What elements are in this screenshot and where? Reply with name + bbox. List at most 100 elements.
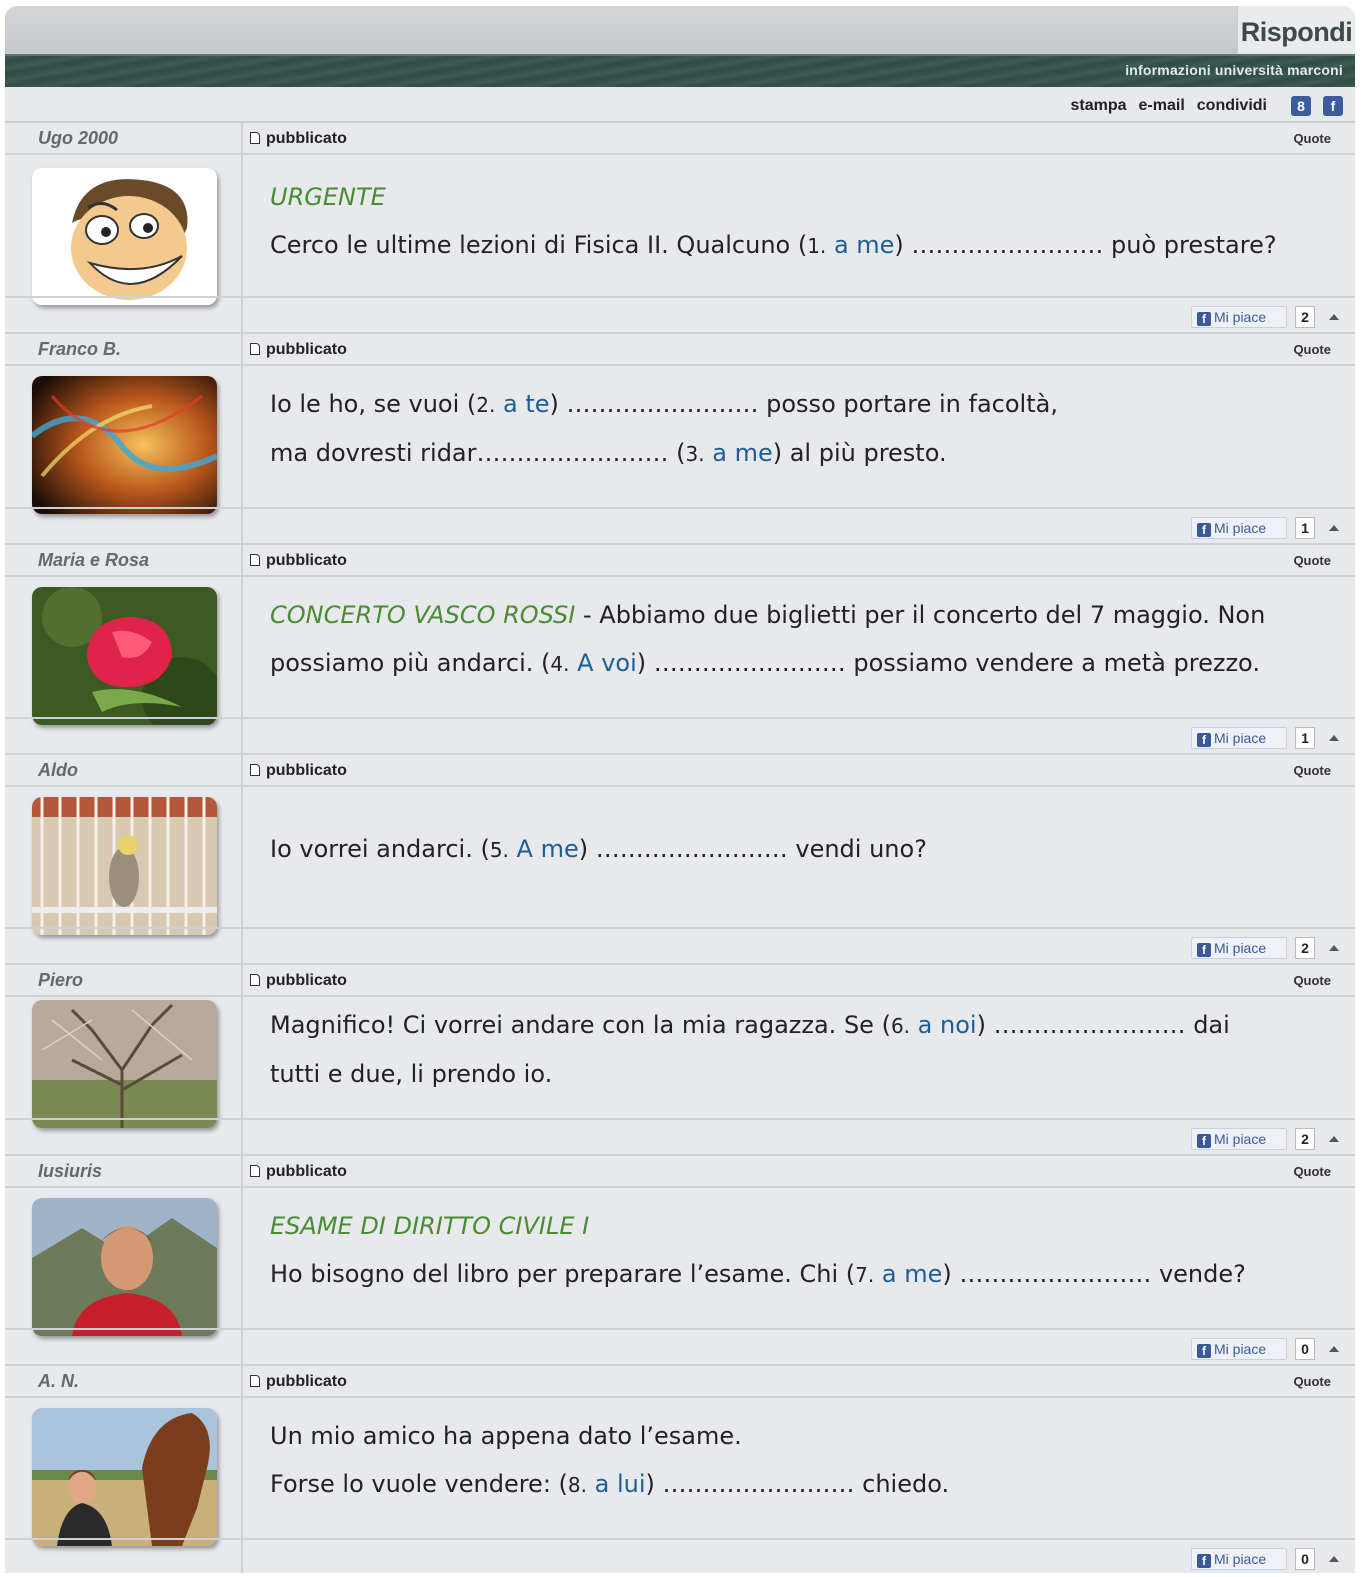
like-count: 0 [1295,1338,1315,1360]
pronoun-hint: a me [712,439,773,467]
red-rose-icon [32,587,217,725]
post-published: pubblicato [250,130,347,148]
post-author[interactable]: Franco B. [38,339,121,360]
post-author[interactable]: Ugo 2000 [38,128,118,149]
pronoun-hint: a te [503,390,550,418]
post-header: Ugo 2000 pubblicato Quote [5,123,1355,155]
post-line: Ho bisogno del libro per preparare l’esa… [270,1260,1246,1288]
like-count: 1 [1295,517,1315,539]
post-text: Magnifico! Ci vorrei andare con la mia r… [270,1001,1325,1098]
post-header: Maria e Rosa pubblicato Quote [5,545,1355,577]
post-body: URGENTE Cerco le ultime lezioni di Fisic… [5,155,1355,305]
quote-button[interactable]: Quote [1293,131,1331,146]
abstract-swirl-icon [32,376,217,514]
avatar [32,376,217,514]
post-footer: f Mi piace 0 [5,1328,1355,1366]
document-icon [250,1375,260,1387]
avatar [32,1198,217,1336]
caged-bird-icon [32,797,217,935]
post: Franco B. pubblicato Quote Io le ho, se … [5,334,1355,545]
facebook-icon: f [1197,523,1211,537]
like-button[interactable]: f Mi piace [1191,1548,1287,1570]
post-footer: f Mi piace 1 [5,507,1355,545]
post-author[interactable]: Maria e Rosa [38,550,149,571]
print-link[interactable]: stampa [1070,97,1126,115]
post-author[interactable]: Piero [38,970,83,991]
post-title: ESAME DI DIRITTO CIVILE I [270,1212,590,1240]
quote-button[interactable]: Quote [1293,973,1331,988]
collapse-icon[interactable] [1329,945,1339,951]
like-button[interactable]: f Mi piace [1191,306,1287,328]
quote-button[interactable]: Quote [1293,342,1331,357]
tools-bar: stampa e-mail condividi 8 f [5,87,1355,123]
post-text: URGENTE Cerco le ultime lezioni di Fisic… [270,173,1325,270]
like-button[interactable]: f Mi piace [1191,937,1287,959]
post-title: CONCERTO VASCO ROSSI [270,601,576,629]
collapse-icon[interactable] [1329,735,1339,741]
post-line: possiamo più andarci. (4. A voi) …………………… [270,649,1260,677]
like-button[interactable]: f Mi piace [1191,1128,1287,1150]
reply-button[interactable]: Rispondi [1237,6,1355,54]
like-count: 2 [1295,1128,1315,1150]
like-button[interactable]: f Mi piace [1191,1338,1287,1360]
document-icon [250,343,260,355]
post-header: Franco B. pubblicato Quote [5,334,1355,366]
like-count: 2 [1295,937,1315,959]
collapse-icon[interactable] [1329,1556,1339,1562]
post-line: Un mio amico ha appena dato l’esame. [270,1422,742,1450]
post: Ugo 2000 pubblicato Quote URGENTE Cerco … [5,123,1355,334]
facebook-icon: f [1197,1134,1211,1148]
quote-button[interactable]: Quote [1293,1374,1331,1389]
like-count: 1 [1295,727,1315,749]
post-text: ESAME DI DIRITTO CIVILE I Ho bisogno del… [270,1202,1325,1299]
share-link[interactable]: condividi [1197,97,1267,115]
email-link[interactable]: e-mail [1139,97,1185,115]
collapse-icon[interactable] [1329,314,1339,320]
collapse-icon[interactable] [1329,525,1339,531]
quote-button[interactable]: Quote [1293,1164,1331,1179]
quote-button[interactable]: Quote [1293,763,1331,778]
facebook-icon[interactable]: f [1323,96,1343,116]
cartoon-face-icon [32,168,217,305]
post-line: Forse lo vuole vendere: (8. a lui) ……………… [270,1470,950,1498]
post-body: ESAME DI DIRITTO CIVILE I Ho bisogno del… [5,1188,1355,1336]
post-body: Magnifico! Ci vorrei andare con la mia r… [5,997,1355,1128]
facebook-icon: f [1197,312,1211,326]
pronoun-hint: a noi [917,1011,977,1039]
post-author[interactable]: Iusiuris [38,1161,102,1182]
post-published: pubblicato [250,1373,347,1391]
like-button[interactable]: f Mi piace [1191,727,1287,749]
post-line: tutti e due, li prendo io. [270,1060,553,1088]
like-count: 0 [1295,1548,1315,1570]
pronoun-hint: a me [833,231,895,259]
post-header: Aldo pubblicato Quote [5,755,1355,787]
post-text: Io vorrei andarci. (5. A me) …………………… ve… [270,825,1325,874]
post-body: CONCERTO VASCO ROSSI - Abbiamo due bigli… [5,577,1355,725]
post-published: pubblicato [250,1163,347,1181]
post-published: pubblicato [250,552,347,570]
pronoun-hint: A me [516,835,579,863]
avatar [32,1000,217,1128]
facebook-icon: f [1197,1554,1211,1568]
avatar [32,1408,217,1546]
collapse-icon[interactable] [1329,1346,1339,1352]
google-plus-icon[interactable]: 8 [1291,96,1311,116]
post-title: URGENTE [270,183,386,211]
avatar [32,168,217,305]
post-line: CONCERTO VASCO ROSSI - Abbiamo due bigli… [270,601,1266,629]
quote-button[interactable]: Quote [1293,553,1331,568]
young-man-icon [32,1198,217,1336]
post-published: pubblicato [250,341,347,359]
post-text: Io le ho, se vuoi (2. a te) …………………… pos… [270,380,1325,478]
pronoun-hint: A voi [577,649,637,677]
document-icon [250,554,260,566]
post-footer: f Mi piace 2 [5,1118,1355,1156]
post-line: Cerco le ultime lezioni di Fisica II. Qu… [270,231,1277,259]
collapse-icon[interactable] [1329,1136,1339,1142]
post: Iusiuris pubblicato Quote ESAME DI DIRIT… [5,1156,1355,1366]
post-list: Ugo 2000 pubblicato Quote URGENTE Cerco … [5,123,1355,1573]
pronoun-hint: a lui [594,1470,646,1498]
like-button[interactable]: f Mi piace [1191,517,1287,539]
post-author[interactable]: Aldo [38,760,78,781]
post-author[interactable]: A. N. [38,1371,79,1392]
